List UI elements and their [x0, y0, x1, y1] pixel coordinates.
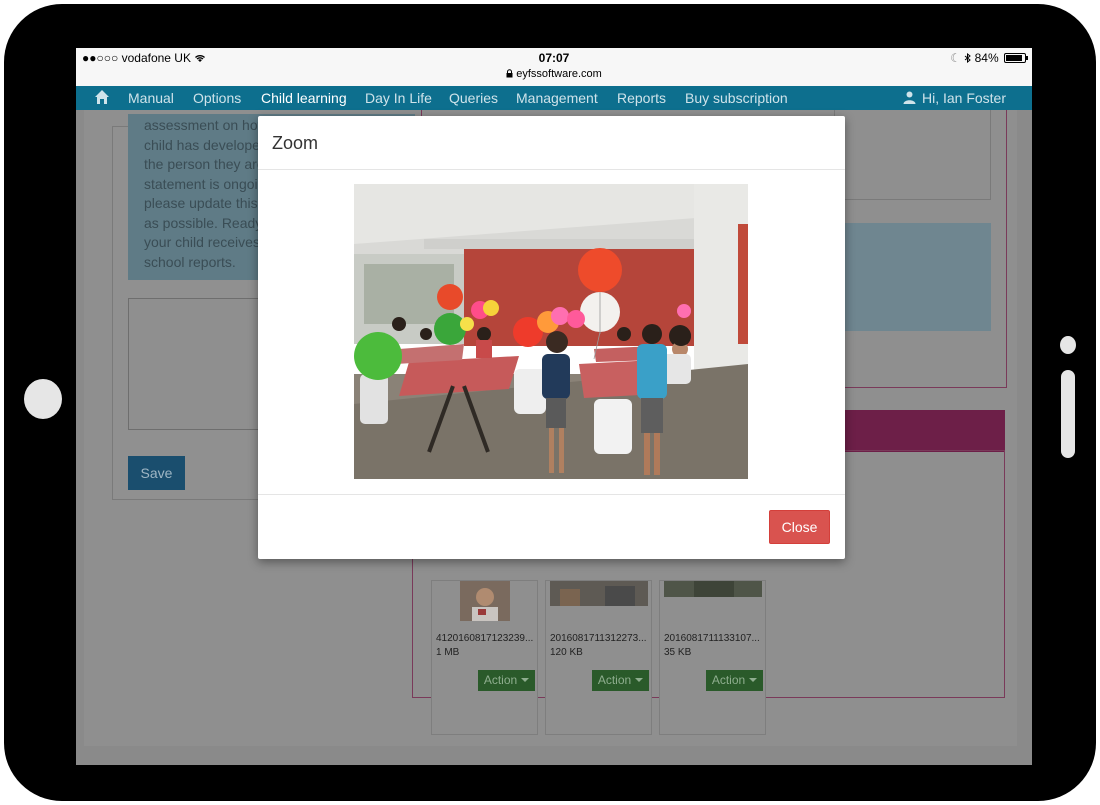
- file-size: 120 KB: [550, 647, 583, 658]
- action-label: Action: [483, 673, 518, 687]
- battery-icon: [1004, 53, 1028, 63]
- user-greeting: Hi, Ian Foster: [921, 90, 1006, 106]
- camera-dot: [1060, 336, 1076, 354]
- url-text: eyfssoftware.com: [516, 68, 602, 80]
- home-icon[interactable]: [94, 89, 110, 105]
- user-icon: [903, 91, 916, 104]
- file-name: 2016081711133107...: [664, 633, 760, 644]
- file-card: 2016081711312273... 120 KB Action: [545, 580, 652, 735]
- file-size: 1 MB: [436, 647, 460, 658]
- file-size: 35 KB: [664, 647, 692, 658]
- action-button[interactable]: Action: [706, 670, 763, 691]
- file-thumbnail[interactable]: [664, 581, 762, 597]
- tablet-frame: ●●○○○ vodafone UK 07:07 eyfssoftware.com…: [4, 4, 1096, 801]
- nav-management[interactable]: Management: [516, 90, 598, 106]
- zoom-modal: Zoom Close: [258, 116, 845, 559]
- modal-header: Zoom: [258, 116, 845, 170]
- bluetooth-icon: [964, 51, 974, 65]
- file-card: 2016081711133107... 35 KB Action: [659, 580, 766, 735]
- side-speaker: [1061, 370, 1075, 458]
- caret-down-icon: [521, 678, 530, 682]
- status-right: ☾ 84%: [950, 51, 1028, 65]
- moon-icon: ☾: [950, 51, 961, 65]
- url-bar[interactable]: eyfssoftware.com: [76, 68, 1032, 80]
- nav-child-learning[interactable]: Child learning: [261, 90, 347, 106]
- file-card: 4120160817123239... 1 MB Action: [431, 580, 538, 735]
- right-info-box: [834, 223, 991, 331]
- battery-percent: 84%: [974, 51, 999, 65]
- nav-manual[interactable]: Manual: [128, 90, 174, 106]
- action-label: Action: [711, 673, 746, 687]
- nav-reports[interactable]: Reports: [617, 90, 666, 106]
- pink-header-bar: [842, 410, 1005, 452]
- home-button[interactable]: [24, 379, 62, 419]
- screen: ●●○○○ vodafone UK 07:07 eyfssoftware.com…: [76, 48, 1032, 765]
- nav-queries[interactable]: Queries: [449, 90, 498, 106]
- action-button[interactable]: Action: [478, 670, 535, 691]
- nav-day-in-life[interactable]: Day In Life: [365, 90, 432, 106]
- close-button[interactable]: Close: [769, 510, 830, 544]
- caret-down-icon: [749, 678, 758, 682]
- main-nav: Manual Options Child learning Day In Lif…: [76, 86, 1032, 110]
- zoomed-photo: [354, 184, 748, 479]
- action-button[interactable]: Action: [592, 670, 649, 691]
- file-thumbnail[interactable]: [460, 581, 510, 621]
- user-menu[interactable]: Hi, Ian Foster: [903, 90, 1006, 106]
- caret-down-icon: [635, 678, 644, 682]
- modal-body: [258, 170, 845, 495]
- status-bar: ●●○○○ vodafone UK 07:07 eyfssoftware.com…: [76, 48, 1032, 86]
- nav-buy-subscription[interactable]: Buy subscription: [685, 90, 788, 106]
- file-name: 2016081711312273...: [550, 633, 647, 644]
- file-name: 4120160817123239...: [436, 633, 534, 644]
- save-button[interactable]: Save: [128, 456, 185, 490]
- nav-options[interactable]: Options: [193, 90, 241, 106]
- modal-title: Zoom: [272, 133, 319, 153]
- file-thumbnail[interactable]: [550, 581, 648, 606]
- right-inner-box: [834, 110, 991, 200]
- action-label: Action: [597, 673, 632, 687]
- lock-icon: [506, 68, 516, 80]
- clock: 07:07: [538, 51, 570, 65]
